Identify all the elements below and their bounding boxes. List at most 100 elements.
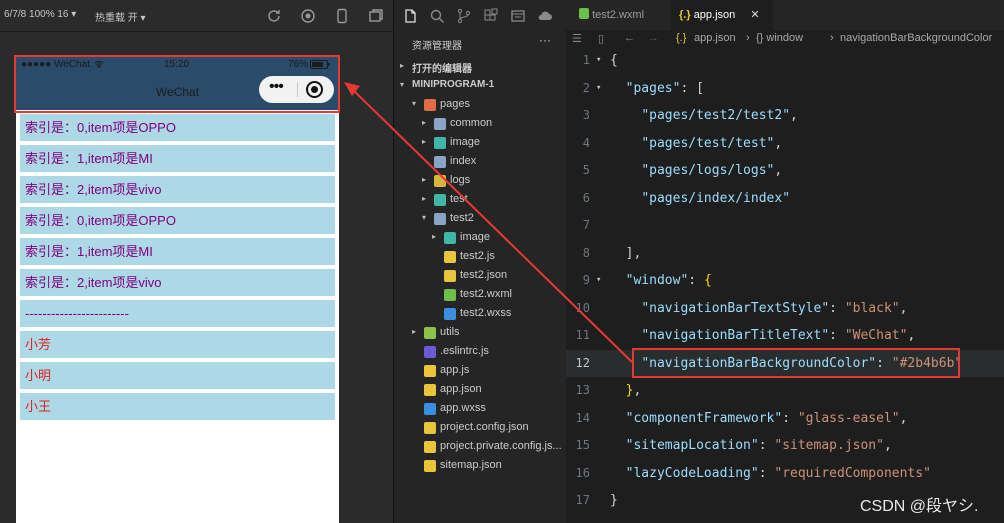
tree-item[interactable]: app.json [394,381,567,400]
device-selector[interactable]: 6/7/8 100% 16 ▾ [4,9,76,20]
bookmark-icon[interactable]: ▯ [598,32,604,45]
tree-item[interactable]: test2.json [394,267,567,286]
code-line[interactable]: 11 "navigationBarTitleText": "WeChat", [566,322,1004,349]
open-editors-section[interactable]: ▸ 打开的编辑器 [394,58,567,77]
project-section[interactable]: ▾ MINIPROGRAM-1 [394,77,567,96]
chevron-right-icon: ▸ [422,137,427,146]
code-line[interactable]: 16 "lazyCodeLoading": "requiredComponent… [566,460,1004,487]
tree-item[interactable]: ▸ logs [394,172,567,191]
line-number: 6 [582,190,590,205]
tree-item[interactable]: ▸ utils [394,324,567,343]
code-line[interactable]: 5 "pages/logs/logs", [566,157,1004,184]
list-item: 索引是：0,item项是OPPO [20,114,335,141]
tree-item[interactable]: test2.wxml [394,286,567,305]
code-line[interactable]: 8 ], [566,240,1004,267]
tree-item[interactable]: ▸ image [394,134,567,153]
hot-reload-toggle[interactable]: 热重载 开 ▾ [95,9,146,24]
code-text: "pages/index/index" [610,185,790,212]
code-token: : [782,410,798,426]
code-line[interactable]: 1 ▾ { [566,47,1004,74]
eslint-file-icon [424,346,436,358]
json-file-icon [424,422,436,434]
extensions-icon[interactable] [483,8,499,24]
files-icon[interactable] [402,8,418,24]
stop-icon[interactable] [300,8,316,24]
code-token: "componentFramework" [625,410,783,426]
tree-item[interactable]: project.config.json [394,419,567,438]
code-text: "lazyCodeLoading": "requiredComponents" [610,460,931,487]
list-icon[interactable]: ☰ [572,32,582,45]
code-line[interactable]: 4 "pages/test/test", [566,130,1004,157]
code-token: "pages/test2/test2" [641,108,791,123]
tree-item[interactable]: ▾ pages [394,96,567,115]
explorer-title: 资源管理器 [412,41,462,52]
tree-item[interactable]: ▸ image [394,229,567,248]
tree-item[interactable]: ▸ test [394,191,567,210]
close-tab-icon[interactable]: ✕ [750,9,759,21]
tree-item[interactable]: test2.wxss [394,305,567,324]
breadcrumb-window[interactable]: {} window [756,32,803,44]
code-token: , [790,108,798,123]
code-token: "pages/test/test" [641,135,775,151]
list-item: 小王 [20,393,335,420]
code-text: "pages/logs/logs", [610,157,782,184]
wxml-file-icon [579,8,589,19]
code-token: "black" [844,300,900,316]
tree-item[interactable]: sitemap.json [394,457,567,476]
preview-icon[interactable] [510,8,526,24]
code-line[interactable]: 10 "navigationBarTextStyle": "black", [566,295,1004,322]
code-token: , [883,438,892,453]
explorer-more-button[interactable]: ··· [539,33,551,47]
code-line[interactable]: 9 ▾ "window": { [566,267,1004,294]
devtools-window: 6/7/8 100% 16 ▾ 热重载 开 ▾ ●●●●● WeChat 15:… [0,0,1004,523]
tab-app-json[interactable]: {.} app.json ✕ [671,0,773,30]
code-text: "pages/test/test", [610,130,782,157]
tree-item[interactable]: ▸ common [394,115,567,134]
code-line[interactable]: 3 "pages/test2/test2", [566,102,1004,129]
phone-icon[interactable] [334,8,350,24]
forward-arrow-icon[interactable]: → [648,32,659,44]
list-item: 索引是：1,item项是MI [20,238,335,265]
tree-item[interactable]: ▾ test2 [394,210,567,229]
code-token: { [610,53,618,68]
search-icon[interactable] [429,8,445,24]
folder-logs-icon [434,175,446,187]
tab-test2-wxml[interactable]: test2.wxml [574,0,669,30]
code-line[interactable]: 13 }, [566,377,1004,404]
code-line[interactable]: 2 ▾ "pages": [ [566,75,1004,102]
fold-chevron-icon[interactable]: ▾ [596,47,601,74]
fold-chevron-icon[interactable]: ▾ [596,267,601,294]
back-arrow-icon[interactable]: ← [624,32,635,44]
code-token: } [610,493,618,508]
list-item: ------------------------ [20,300,335,327]
folder-red-icon [424,99,436,111]
tree-item[interactable]: index [394,153,567,172]
cloud-icon[interactable] [537,8,553,24]
breadcrumb-key[interactable]: navigationBarBackgroundColor [840,32,992,44]
watermark: CSDN @段ヤシ. [860,498,979,515]
refresh-icon[interactable] [266,8,282,24]
code-token: "navigationBarTitleText" [641,328,830,343]
tree-item[interactable]: project.private.config.js... [394,438,567,457]
code-line[interactable]: 14 "componentFramework": "glass-easel", [566,405,1004,432]
window-icon[interactable] [368,8,384,24]
line-number: 12 [575,355,590,370]
code-line[interactable]: 6 "pages/index/index" [566,185,1004,212]
folder-image-icon [444,232,456,244]
code-line[interactable]: 15 "sitemapLocation": "sitemap.json", [566,432,1004,459]
tree-item[interactable]: test2.js [394,248,567,267]
chevron-down-icon: ▾ [412,99,417,108]
fold-chevron-icon[interactable]: ▾ [596,75,601,102]
code-token: { [703,273,712,288]
tree-item[interactable]: .eslintrc.js [394,343,567,362]
breadcrumb-file[interactable]: app.json [694,32,736,44]
navbar-highlight-box [14,55,340,113]
code-token: "sitemapLocation" [625,438,759,453]
source-control-icon[interactable] [456,8,472,24]
tree-item[interactable]: app.js [394,362,567,381]
code-line[interactable]: 7 [566,212,1004,239]
breadcrumb-sep: › [746,32,750,44]
tree-item[interactable]: app.wxss [394,400,567,419]
